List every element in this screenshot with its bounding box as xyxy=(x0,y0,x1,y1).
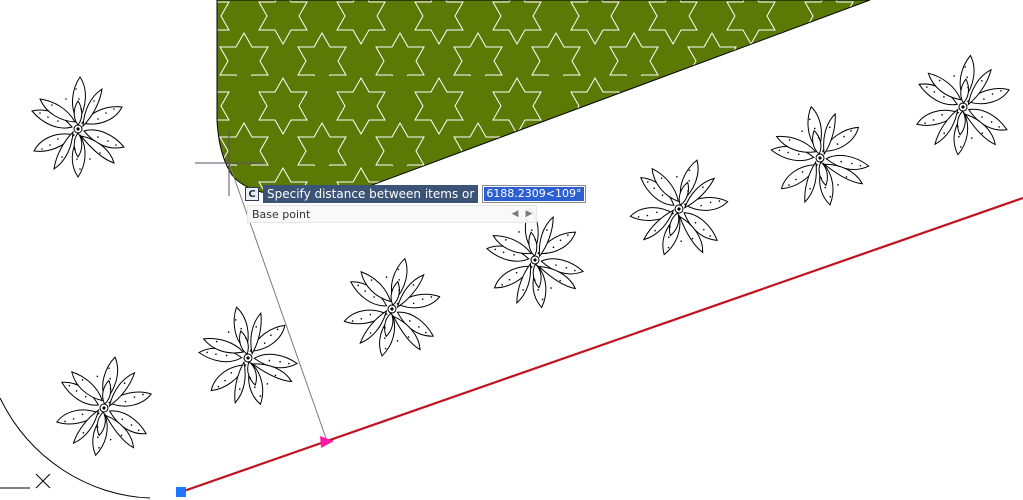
dynamic-input-prompt: Specify distance between items or xyxy=(263,185,479,203)
plant-symbol-icon[interactable] xyxy=(336,248,449,367)
grip-square-icon[interactable] xyxy=(176,487,186,497)
option-base-point[interactable]: Base point xyxy=(252,208,508,221)
dynamic-input-options[interactable]: Base point ◀ ▶ xyxy=(247,205,537,223)
plant-symbol-icon[interactable] xyxy=(31,76,125,178)
path-line[interactable] xyxy=(180,196,1023,494)
drawing-canvas[interactable] xyxy=(0,0,1023,500)
x-marker xyxy=(35,473,51,489)
plant-symbol-icon[interactable] xyxy=(189,295,306,417)
next-option-icon[interactable]: ▶ xyxy=(522,209,536,219)
plant-symbol-icon[interactable] xyxy=(763,97,876,216)
arrow-grip-icon[interactable] xyxy=(320,436,334,448)
plant-symbol-icon[interactable] xyxy=(619,144,740,270)
distance-input[interactable]: 6188.2309<109° xyxy=(482,185,586,203)
plant-symbol-icon[interactable] xyxy=(49,348,159,464)
distance-value[interactable]: 6188.2309<109° xyxy=(484,187,584,201)
command-icon: C xyxy=(245,187,259,201)
dynamic-input-tooltip: C Specify distance between items or 6188… xyxy=(245,184,586,204)
plant-symbol-icon[interactable] xyxy=(911,49,1015,161)
prev-option-icon[interactable]: ◀ xyxy=(508,209,522,219)
hatch-region[interactable] xyxy=(216,0,871,198)
